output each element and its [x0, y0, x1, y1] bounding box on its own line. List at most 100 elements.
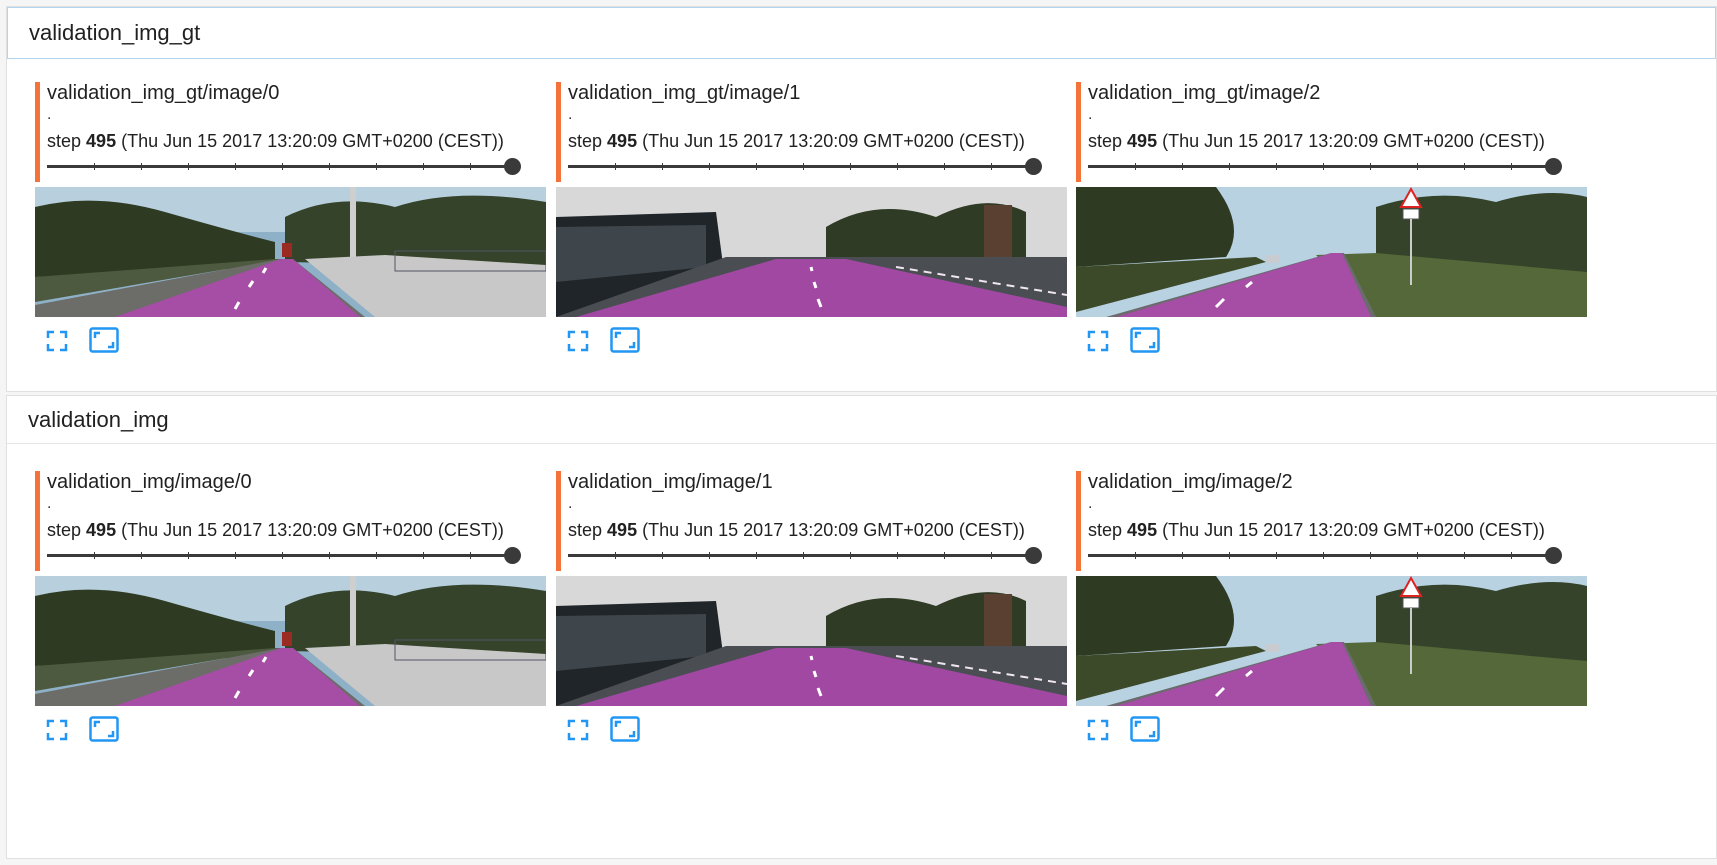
- slider-tick: [329, 163, 330, 170]
- slider-handle[interactable]: [504, 547, 521, 564]
- section-header[interactable]: validation_img_gt: [7, 7, 1716, 59]
- slider-tick: [1135, 552, 1136, 559]
- card-subtitle: .: [1088, 106, 1093, 123]
- step-number: 495: [86, 131, 117, 151]
- fullscreen-icon[interactable]: [1087, 330, 1109, 352]
- road-scene-image: [556, 576, 1067, 706]
- card-accent-bar: [35, 471, 40, 571]
- slider-tick: [470, 552, 471, 559]
- slider-tick: [1135, 163, 1136, 170]
- card-accent-bar: [556, 82, 561, 182]
- fit-to-screen-icon[interactable]: [1130, 716, 1160, 742]
- slider-tick: [1417, 163, 1418, 170]
- slider-track: [568, 165, 1032, 168]
- road-scene-image: [556, 187, 1067, 317]
- card-title: validation_img/image/0: [47, 471, 252, 493]
- slider-tick: [1464, 163, 1465, 170]
- slider-tick: [897, 163, 898, 170]
- card-step-info: step 495 (Thu Jun 15 2017 13:20:09 GMT+0…: [47, 520, 504, 540]
- slider-tick: [1370, 552, 1371, 559]
- card-accent-bar: [1076, 471, 1081, 571]
- step-number: 495: [607, 520, 638, 540]
- card-title: validation_img/image/2: [1088, 471, 1293, 493]
- fullscreen-icon[interactable]: [1087, 719, 1109, 741]
- slider-tick: [991, 163, 992, 170]
- slider-tick: [1229, 163, 1230, 170]
- slider-tick: [803, 552, 804, 559]
- slider-tick: [944, 552, 945, 559]
- fit-to-screen-icon[interactable]: [1130, 327, 1160, 353]
- image-thumbnail[interactable]: [1076, 187, 1587, 317]
- image-thumbnail[interactable]: [556, 576, 1067, 706]
- road-scene-image: [1076, 576, 1587, 706]
- fullscreen-icon[interactable]: [567, 719, 589, 741]
- fullscreen-icon[interactable]: [567, 330, 589, 352]
- step-number: 495: [1127, 520, 1158, 540]
- slider-tick: [1417, 552, 1418, 559]
- slider-handle[interactable]: [1025, 158, 1042, 175]
- road-scene-image: [35, 576, 546, 706]
- fit-to-screen-icon[interactable]: [610, 716, 640, 742]
- slider-handle[interactable]: [504, 158, 521, 175]
- slider-tick: [756, 552, 757, 559]
- card-accent-bar: [1076, 82, 1081, 182]
- image-thumbnail[interactable]: [35, 576, 546, 706]
- slider-tick: [235, 552, 236, 559]
- slider-handle[interactable]: [1025, 547, 1042, 564]
- slider-tick: [94, 163, 95, 170]
- section-title: validation_img: [28, 406, 169, 432]
- card-accent-bar: [556, 471, 561, 571]
- slider-tick: [1464, 552, 1465, 559]
- slider-tick: [188, 552, 189, 559]
- slider-tick: [188, 163, 189, 170]
- slider-tick: [1276, 163, 1277, 170]
- image-card: validation_img/image/2 . step 495 (Thu J…: [1076, 471, 1588, 771]
- slider-tick: [1182, 552, 1183, 559]
- slider-tick: [329, 552, 330, 559]
- road-scene-image: [1076, 187, 1587, 317]
- slider-tick: [709, 552, 710, 559]
- fit-to-screen-icon[interactable]: [610, 327, 640, 353]
- slider-tick: [756, 163, 757, 170]
- slider-handle[interactable]: [1545, 547, 1562, 564]
- fit-to-screen-icon[interactable]: [89, 716, 119, 742]
- slider-tick: [944, 163, 945, 170]
- fit-to-screen-icon[interactable]: [89, 327, 119, 353]
- step-slider[interactable]: [568, 158, 1042, 175]
- slider-tick: [470, 163, 471, 170]
- slider-track: [1088, 554, 1552, 557]
- step-slider[interactable]: [568, 547, 1042, 564]
- slider-tick: [376, 163, 377, 170]
- card-subtitle: .: [1088, 495, 1093, 512]
- slider-tick: [423, 163, 424, 170]
- card-accent-bar: [35, 82, 40, 182]
- fullscreen-icon[interactable]: [46, 719, 68, 741]
- step-slider[interactable]: [1088, 158, 1562, 175]
- slider-tick: [615, 552, 616, 559]
- card-subtitle: .: [568, 495, 573, 512]
- slider-tick: [662, 163, 663, 170]
- section-header[interactable]: validation_img: [7, 396, 1716, 444]
- step-slider[interactable]: [47, 547, 521, 564]
- card-title: validation_img_gt/image/2: [1088, 82, 1321, 104]
- image-card: validation_img_gt/image/2 . step 495 (Th…: [1076, 82, 1588, 382]
- step-number: 495: [86, 520, 117, 540]
- slider-tick: [94, 552, 95, 559]
- slider-tick: [1182, 163, 1183, 170]
- card-subtitle: .: [47, 495, 52, 512]
- image-thumbnail[interactable]: [556, 187, 1067, 317]
- slider-tick: [615, 163, 616, 170]
- slider-track: [1088, 165, 1552, 168]
- image-thumbnail[interactable]: [35, 187, 546, 317]
- slider-handle[interactable]: [1545, 158, 1562, 175]
- slider-tick: [282, 163, 283, 170]
- slider-track: [47, 165, 511, 168]
- slider-tick: [1276, 552, 1277, 559]
- fullscreen-icon[interactable]: [46, 330, 68, 352]
- image-card: validation_img_gt/image/0 . step 495 (Th…: [35, 82, 547, 382]
- section-title: validation_img_gt: [29, 20, 201, 45]
- step-slider[interactable]: [1088, 547, 1562, 564]
- image-thumbnail[interactable]: [1076, 576, 1587, 706]
- step-slider[interactable]: [47, 158, 521, 175]
- card-title: validation_img_gt/image/0: [47, 82, 280, 104]
